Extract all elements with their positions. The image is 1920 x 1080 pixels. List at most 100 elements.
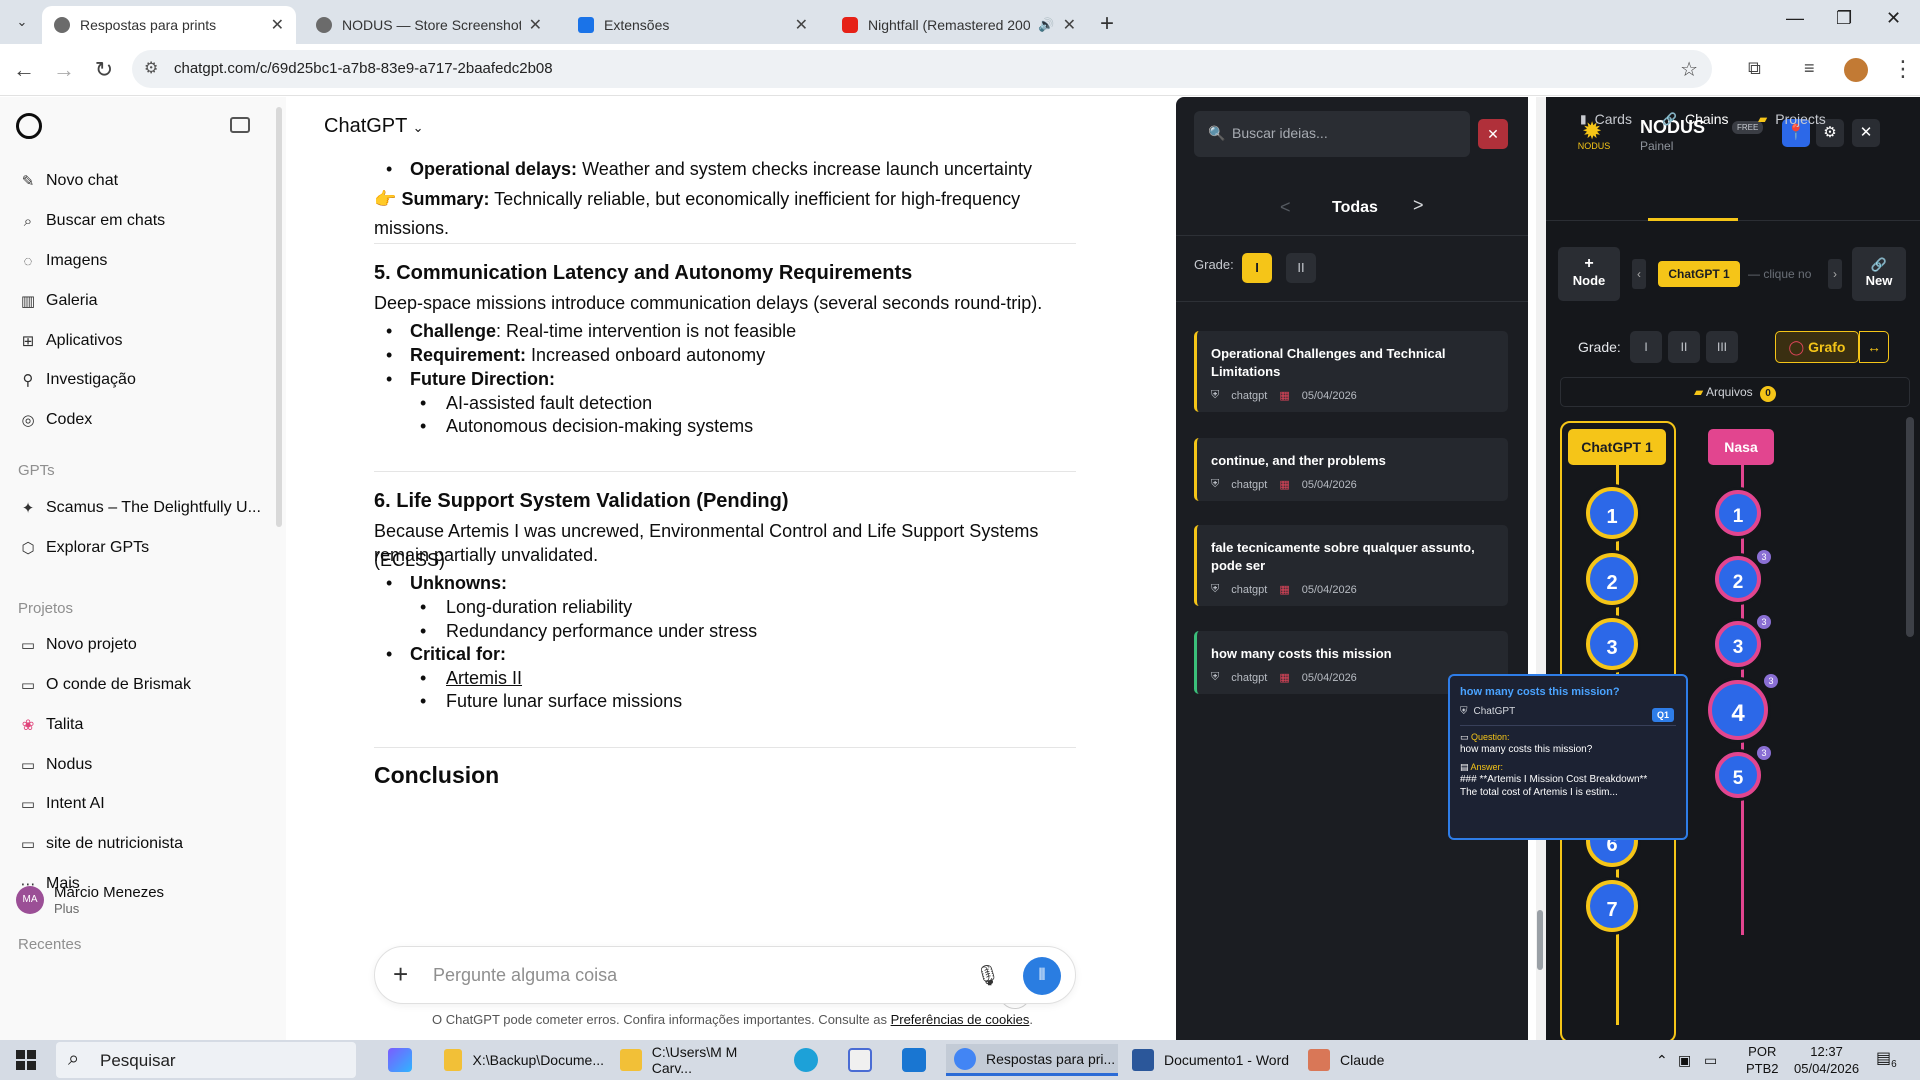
grade-button-i[interactable]: I	[1242, 253, 1272, 283]
ideas-scrollbar-track[interactable]	[1536, 97, 1546, 1040]
close-ideas-button[interactable]: ✕	[1478, 119, 1508, 149]
voice-mode-button[interactable]: ⦀	[1023, 957, 1061, 995]
taskbar-app-chrome[interactable]: Respostas para pri...	[946, 1044, 1118, 1076]
sidebar-item-scamus[interactable]: ✦ Scamus – The Delightfully U...	[18, 496, 261, 520]
tab-search-menu[interactable]: ⌄	[10, 10, 34, 34]
browser-menu-icon[interactable]: ⋮	[1892, 56, 1914, 82]
sidebar-item-talita[interactable]: ❀ Talita	[18, 713, 84, 737]
grade-button-ii[interactable]: II	[1668, 331, 1700, 363]
idea-card[interactable]: continue, and ther problems ⛨ chatgpt ▦ 05/…	[1194, 438, 1508, 501]
tab-extensions[interactable]: Extensões ✕	[566, 6, 820, 44]
back-button[interactable]: ←	[10, 57, 38, 83]
taskbar-app-explorer-1[interactable]: X:\Backup\Docume...	[438, 1044, 604, 1076]
grade-button-iii[interactable]: III	[1706, 331, 1738, 363]
files-button[interactable]: ▰ Arquivos 0	[1560, 377, 1910, 407]
outlook-icon[interactable]	[902, 1048, 926, 1072]
extensions-icon[interactable]: ⧉	[1748, 58, 1761, 79]
sidebar-item-nutricionista[interactable]: ▭ site de nutricionista	[18, 832, 183, 856]
sidebar-item-new-project[interactable]: ▭ Novo projeto	[18, 633, 137, 657]
filter-next-button[interactable]: >	[1413, 195, 1424, 216]
profile-avatar[interactable]	[1844, 58, 1868, 82]
sidebar-scrollbar[interactable]	[276, 107, 282, 527]
speaker-icon[interactable]: 🔊	[1038, 17, 1054, 33]
nodus-scrollbar[interactable]	[1906, 417, 1914, 637]
sidebar-item-intent-ai[interactable]: ▭ Intent AI	[18, 792, 105, 816]
store-icon[interactable]	[848, 1048, 872, 1072]
chain-node-1[interactable]: 1	[1715, 490, 1761, 536]
sidebar-toggle-icon[interactable]	[230, 117, 250, 133]
media-controls-icon[interactable]: ≡	[1804, 58, 1815, 79]
close-panel-button[interactable]: ✕	[1852, 119, 1880, 147]
clock[interactable]: 12:37 05/04/2026	[1794, 1043, 1859, 1077]
grade-button-i[interactable]: I	[1630, 331, 1662, 363]
expand-button[interactable]: ↔	[1859, 331, 1889, 363]
chain-node-3[interactable]: 3	[1715, 621, 1761, 667]
close-icon[interactable]: ✕	[1063, 15, 1076, 35]
close-icon[interactable]: ✕	[795, 15, 808, 35]
grade-button-ii[interactable]: II	[1286, 253, 1316, 283]
site-info-icon[interactable]: ⚙	[144, 58, 158, 78]
minimize-button[interactable]: —	[1786, 8, 1804, 29]
cookie-preferences-link[interactable]: Preferências de cookies	[891, 1012, 1030, 1027]
chain-node-2[interactable]: 2	[1586, 552, 1638, 605]
tab-respostas[interactable]: Respostas para prints ✕	[42, 6, 296, 44]
address-bar[interactable]: ⚙ chatgpt.com/c/69d25bc1-a7b8-83e9-a717-…	[132, 50, 1712, 88]
graph-toggle-button[interactable]: ◯ Grafo	[1775, 331, 1859, 363]
taskbar-search[interactable]: ⌕ Pesquisar	[56, 1042, 356, 1078]
attach-plus-icon[interactable]: +	[393, 959, 408, 990]
lane-label[interactable]: ChatGPT 1	[1568, 429, 1666, 465]
sidebar-item-apps[interactable]: ⊞ Aplicativos	[18, 329, 123, 353]
sidebar-item-new-chat[interactable]: ✎ Novo chat	[18, 169, 118, 193]
chain-next-button[interactable]: ›	[1828, 259, 1842, 289]
chevron-up-icon[interactable]: ⌃	[1656, 1052, 1668, 1069]
copilot-icon[interactable]	[388, 1048, 412, 1072]
chain-node-5[interactable]: 5	[1715, 752, 1761, 798]
idea-card[interactable]: fale tecnicamente sobre qualquer assunto…	[1194, 525, 1508, 606]
taskbar-app-word[interactable]: Documento1 - Word	[1126, 1044, 1294, 1076]
composer-input[interactable]: Pergunte alguma coisa	[433, 965, 617, 986]
bookmark-star-icon[interactable]: ☆	[1680, 57, 1698, 82]
chain-node-3[interactable]: 3	[1586, 618, 1638, 670]
idea-card[interactable]: Operational Challenges and Technical Lim…	[1194, 331, 1508, 412]
maximize-button[interactable]: ❐	[1836, 8, 1852, 29]
user-profile[interactable]: MA Márcio Menezes Plus	[16, 884, 164, 916]
chain-node-7[interactable]: 7	[1586, 880, 1638, 932]
sidebar-item-search[interactable]: ⌕ Buscar em chats	[18, 209, 165, 233]
sidebar-item-nodus[interactable]: ▭ Nodus	[18, 753, 92, 777]
filter-prev-button[interactable]: <	[1280, 197, 1291, 218]
new-tab-button[interactable]: +	[1100, 10, 1114, 38]
tab-cards[interactable]: ▮ Cards	[1580, 111, 1632, 127]
input-language[interactable]: POR PTB2	[1746, 1043, 1779, 1077]
reload-button[interactable]: ↻	[90, 57, 118, 83]
new-chain-button[interactable]: 🔗 New	[1852, 247, 1906, 301]
notifications-icon[interactable]: ▤6	[1876, 1048, 1897, 1070]
close-icon[interactable]: ✕	[271, 15, 284, 35]
taskbar-app-claude[interactable]: Claude	[1302, 1044, 1402, 1076]
add-node-button[interactable]: + Node	[1558, 247, 1620, 301]
tab-nodus[interactable]: NODUS — Store Screenshot Re ✕	[304, 6, 554, 44]
url-text[interactable]: chatgpt.com/c/69d25bc1-a7b8-83e9-a717-2b…	[174, 60, 553, 77]
chain-node-4[interactable]: 4	[1708, 679, 1768, 740]
sidebar-item-research[interactable]: ⚲ Investigação	[18, 368, 136, 392]
tab-nightfall[interactable]: Nightfall (Remastered 2007 🔊 ✕	[830, 6, 1088, 44]
sidebar-item-explore-gpts[interactable]: ⬡ Explorar GPTs	[18, 536, 149, 560]
close-icon[interactable]: ✕	[529, 15, 542, 35]
sidebar-item-images[interactable]: ◌ Imagens	[18, 249, 108, 273]
model-selector[interactable]: ChatGPT ⌄	[324, 115, 423, 138]
ideas-scrollbar-thumb[interactable]	[1537, 910, 1543, 970]
ideas-search-input[interactable]: 🔍 Buscar ideias...	[1194, 111, 1470, 157]
sidebar-item-gallery[interactable]: ▥ Galeria	[18, 289, 98, 313]
taskbar-app-explorer-2[interactable]: C:\Users\M M Carv...	[614, 1044, 780, 1076]
openai-logo-icon[interactable]	[16, 113, 42, 139]
tray-app-icon[interactable]: ▣	[1678, 1052, 1691, 1069]
edge-icon[interactable]	[794, 1048, 818, 1072]
chain-node-2[interactable]: 2	[1715, 555, 1761, 602]
lane-label[interactable]: Nasa	[1708, 429, 1774, 465]
microphone-icon[interactable]: 🎙	[975, 963, 1000, 988]
tab-chains[interactable]: 🔗 Chains	[1662, 111, 1729, 127]
chain-prev-button[interactable]: ‹	[1632, 259, 1646, 289]
chain-chip[interactable]: ChatGPT 1	[1658, 261, 1740, 287]
chain-node-1[interactable]: 1	[1586, 487, 1638, 539]
network-icon[interactable]: ▭	[1704, 1052, 1717, 1069]
composer[interactable]: + Pergunte alguma coisa 🎙 ⦀	[374, 946, 1076, 1004]
